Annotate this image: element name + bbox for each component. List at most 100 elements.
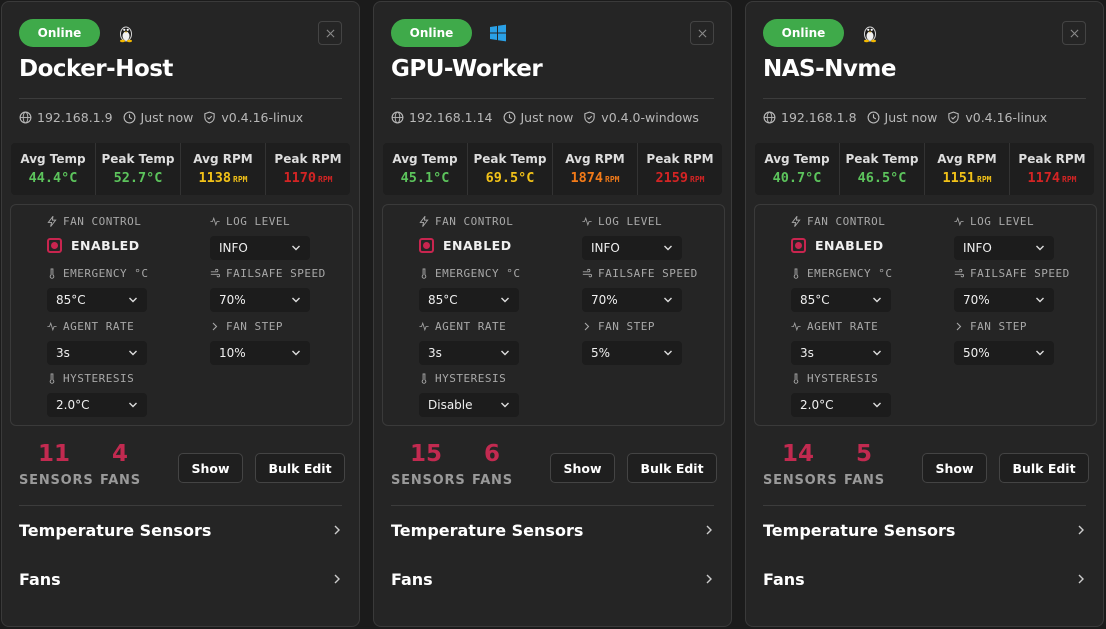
chevron-right-icon <box>706 525 712 535</box>
temperature-sensors-section[interactable]: Temperature Sensors <box>19 515 342 545</box>
agent-rate-select[interactable]: 3s <box>791 341 891 365</box>
fans-section[interactable]: Fans <box>763 564 1086 594</box>
stat-peak-temp: Peak Temp 52.7°C <box>96 143 181 195</box>
host-card-nas-nvme: Online NAS-Nvme 192.168.1.8 Just now v0.… <box>745 1 1104 627</box>
section-title: Temperature Sensors <box>763 520 956 540</box>
fan-control-toggle[interactable]: ENABLED <box>419 238 512 253</box>
ip-text: 192.168.1.8 <box>781 110 857 125</box>
failsafe-select[interactable]: 70% <box>210 288 310 312</box>
agent-version: v0.4.0-windows <box>583 110 699 125</box>
last-seen-text: Just now <box>520 110 574 125</box>
ip-address: 192.168.1.8 <box>763 110 857 125</box>
stat-avg-temp: Avg Temp 44.4°C <box>11 143 96 195</box>
agent-rate-label: AGENT RATE <box>47 320 134 333</box>
bulk-edit-button[interactable]: Bulk Edit <box>255 453 345 483</box>
hysteresis-label: HYSTERESIS <box>419 372 506 385</box>
log-level-select[interactable]: INFO <box>210 236 310 260</box>
bulk-edit-button[interactable]: Bulk Edit <box>999 453 1089 483</box>
failsafe-select[interactable]: 70% <box>582 288 682 312</box>
stat-peak-rpm: Peak RPM 1174 RPM <box>1010 143 1094 195</box>
globe-icon <box>19 111 32 124</box>
fan-step-select[interactable]: 5% <box>582 341 682 365</box>
select-value: INFO <box>963 241 992 255</box>
enabled-radio[interactable] <box>47 238 62 253</box>
fan-control-toggle[interactable]: ENABLED <box>47 238 140 253</box>
failsafe-select[interactable]: 70% <box>954 288 1054 312</box>
section-title: Temperature Sensors <box>391 520 584 540</box>
hysteresis-select[interactable]: 2.0°C <box>791 393 891 417</box>
settings-panel: FAN CONTROL ENABLED LOG LEVEL INFO EMERG… <box>754 204 1097 426</box>
agent-rate-select[interactable]: 3s <box>419 341 519 365</box>
stats-bar: Avg Temp 40.7°C Peak Temp 46.5°C Avg RPM… <box>755 143 1094 195</box>
globe-icon <box>391 111 404 124</box>
label-text: FAN CONTROL <box>435 215 514 228</box>
emergency-select[interactable]: 85°C <box>419 288 519 312</box>
status-badge: Online <box>19 19 100 47</box>
sensors-label: SENSORS <box>391 473 466 488</box>
section-title: Fans <box>19 569 61 589</box>
emergency-select[interactable]: 85°C <box>791 288 891 312</box>
agent-rate-select[interactable]: 3s <box>47 341 147 365</box>
select-value: 50% <box>963 346 990 360</box>
fan-step-select[interactable]: 10% <box>210 341 310 365</box>
label-text: LOG LEVEL <box>970 215 1035 228</box>
chevron-right-icon <box>584 322 590 331</box>
stat-label: Avg RPM <box>193 152 253 166</box>
thermometer-icon <box>49 268 55 279</box>
select-value: 85°C <box>800 293 830 307</box>
hysteresis-label: HYSTERESIS <box>47 372 134 385</box>
enabled-radio[interactable] <box>791 238 806 253</box>
card-header: Online <box>391 19 714 49</box>
show-button[interactable]: Show <box>178 453 243 483</box>
thermometer-icon <box>421 268 427 279</box>
peak-rpm-value: 1174 RPM <box>1028 170 1077 186</box>
show-button[interactable]: Show <box>922 453 987 483</box>
fan-control-toggle[interactable]: ENABLED <box>791 238 884 253</box>
emergency-label: EMERGENCY °C <box>791 267 892 280</box>
chevron-down-icon <box>292 350 300 356</box>
avg-rpm-value: 1874 RPM <box>571 170 620 186</box>
fans-section[interactable]: Fans <box>391 564 714 594</box>
emergency-select[interactable]: 85°C <box>47 288 147 312</box>
chevron-down-icon <box>1036 297 1044 303</box>
select-value: INFO <box>219 241 248 255</box>
fans-count: 6 <box>483 441 500 467</box>
thermometer-icon <box>793 268 799 279</box>
label-text: FAN STEP <box>226 320 283 333</box>
sensors-count: 15 <box>409 441 442 467</box>
card-header: Online <box>19 19 342 49</box>
select-value: 85°C <box>56 293 86 307</box>
fan-step-select[interactable]: 50% <box>954 341 1054 365</box>
fan-control-label: FAN CONTROL <box>419 215 513 228</box>
enabled-radio[interactable] <box>419 238 434 253</box>
select-value: 70% <box>219 293 246 307</box>
hysteresis-select[interactable]: Disable <box>419 393 519 417</box>
log-level-select[interactable]: INFO <box>954 236 1054 260</box>
fan-control-label: FAN CONTROL <box>791 215 885 228</box>
temperature-sensors-section[interactable]: Temperature Sensors <box>391 515 714 545</box>
bolt-icon <box>419 216 429 227</box>
windows-icon <box>488 23 508 43</box>
close-button[interactable] <box>318 21 342 45</box>
shield-icon <box>948 111 960 124</box>
stat-avg-rpm: Avg RPM 1138 RPM <box>181 143 266 195</box>
fan-icon <box>210 268 220 278</box>
stat-avg-temp: Avg Temp 45.1°C <box>383 143 468 195</box>
peak-rpm-value: 2159 RPM <box>656 170 705 186</box>
bulk-edit-button[interactable]: Bulk Edit <box>627 453 717 483</box>
hysteresis-select[interactable]: 2.0°C <box>47 393 147 417</box>
fans-section[interactable]: Fans <box>19 564 342 594</box>
chevron-down-icon <box>664 297 672 303</box>
avg-rpm-number: 1874 <box>570 170 604 186</box>
peak-rpm-number: 1174 <box>1027 170 1061 186</box>
show-button[interactable]: Show <box>550 453 615 483</box>
close-button[interactable] <box>690 21 714 45</box>
avg-rpm-number: 1138 <box>198 170 232 186</box>
stat-avg-temp: Avg Temp 40.7°C <box>755 143 840 195</box>
emergency-label: EMERGENCY °C <box>47 267 148 280</box>
label-text: AGENT RATE <box>435 320 507 333</box>
temperature-sensors-section[interactable]: Temperature Sensors <box>763 515 1086 545</box>
sensors-label: SENSORS <box>763 473 838 488</box>
close-button[interactable] <box>1062 21 1086 45</box>
log-level-select[interactable]: INFO <box>582 236 682 260</box>
